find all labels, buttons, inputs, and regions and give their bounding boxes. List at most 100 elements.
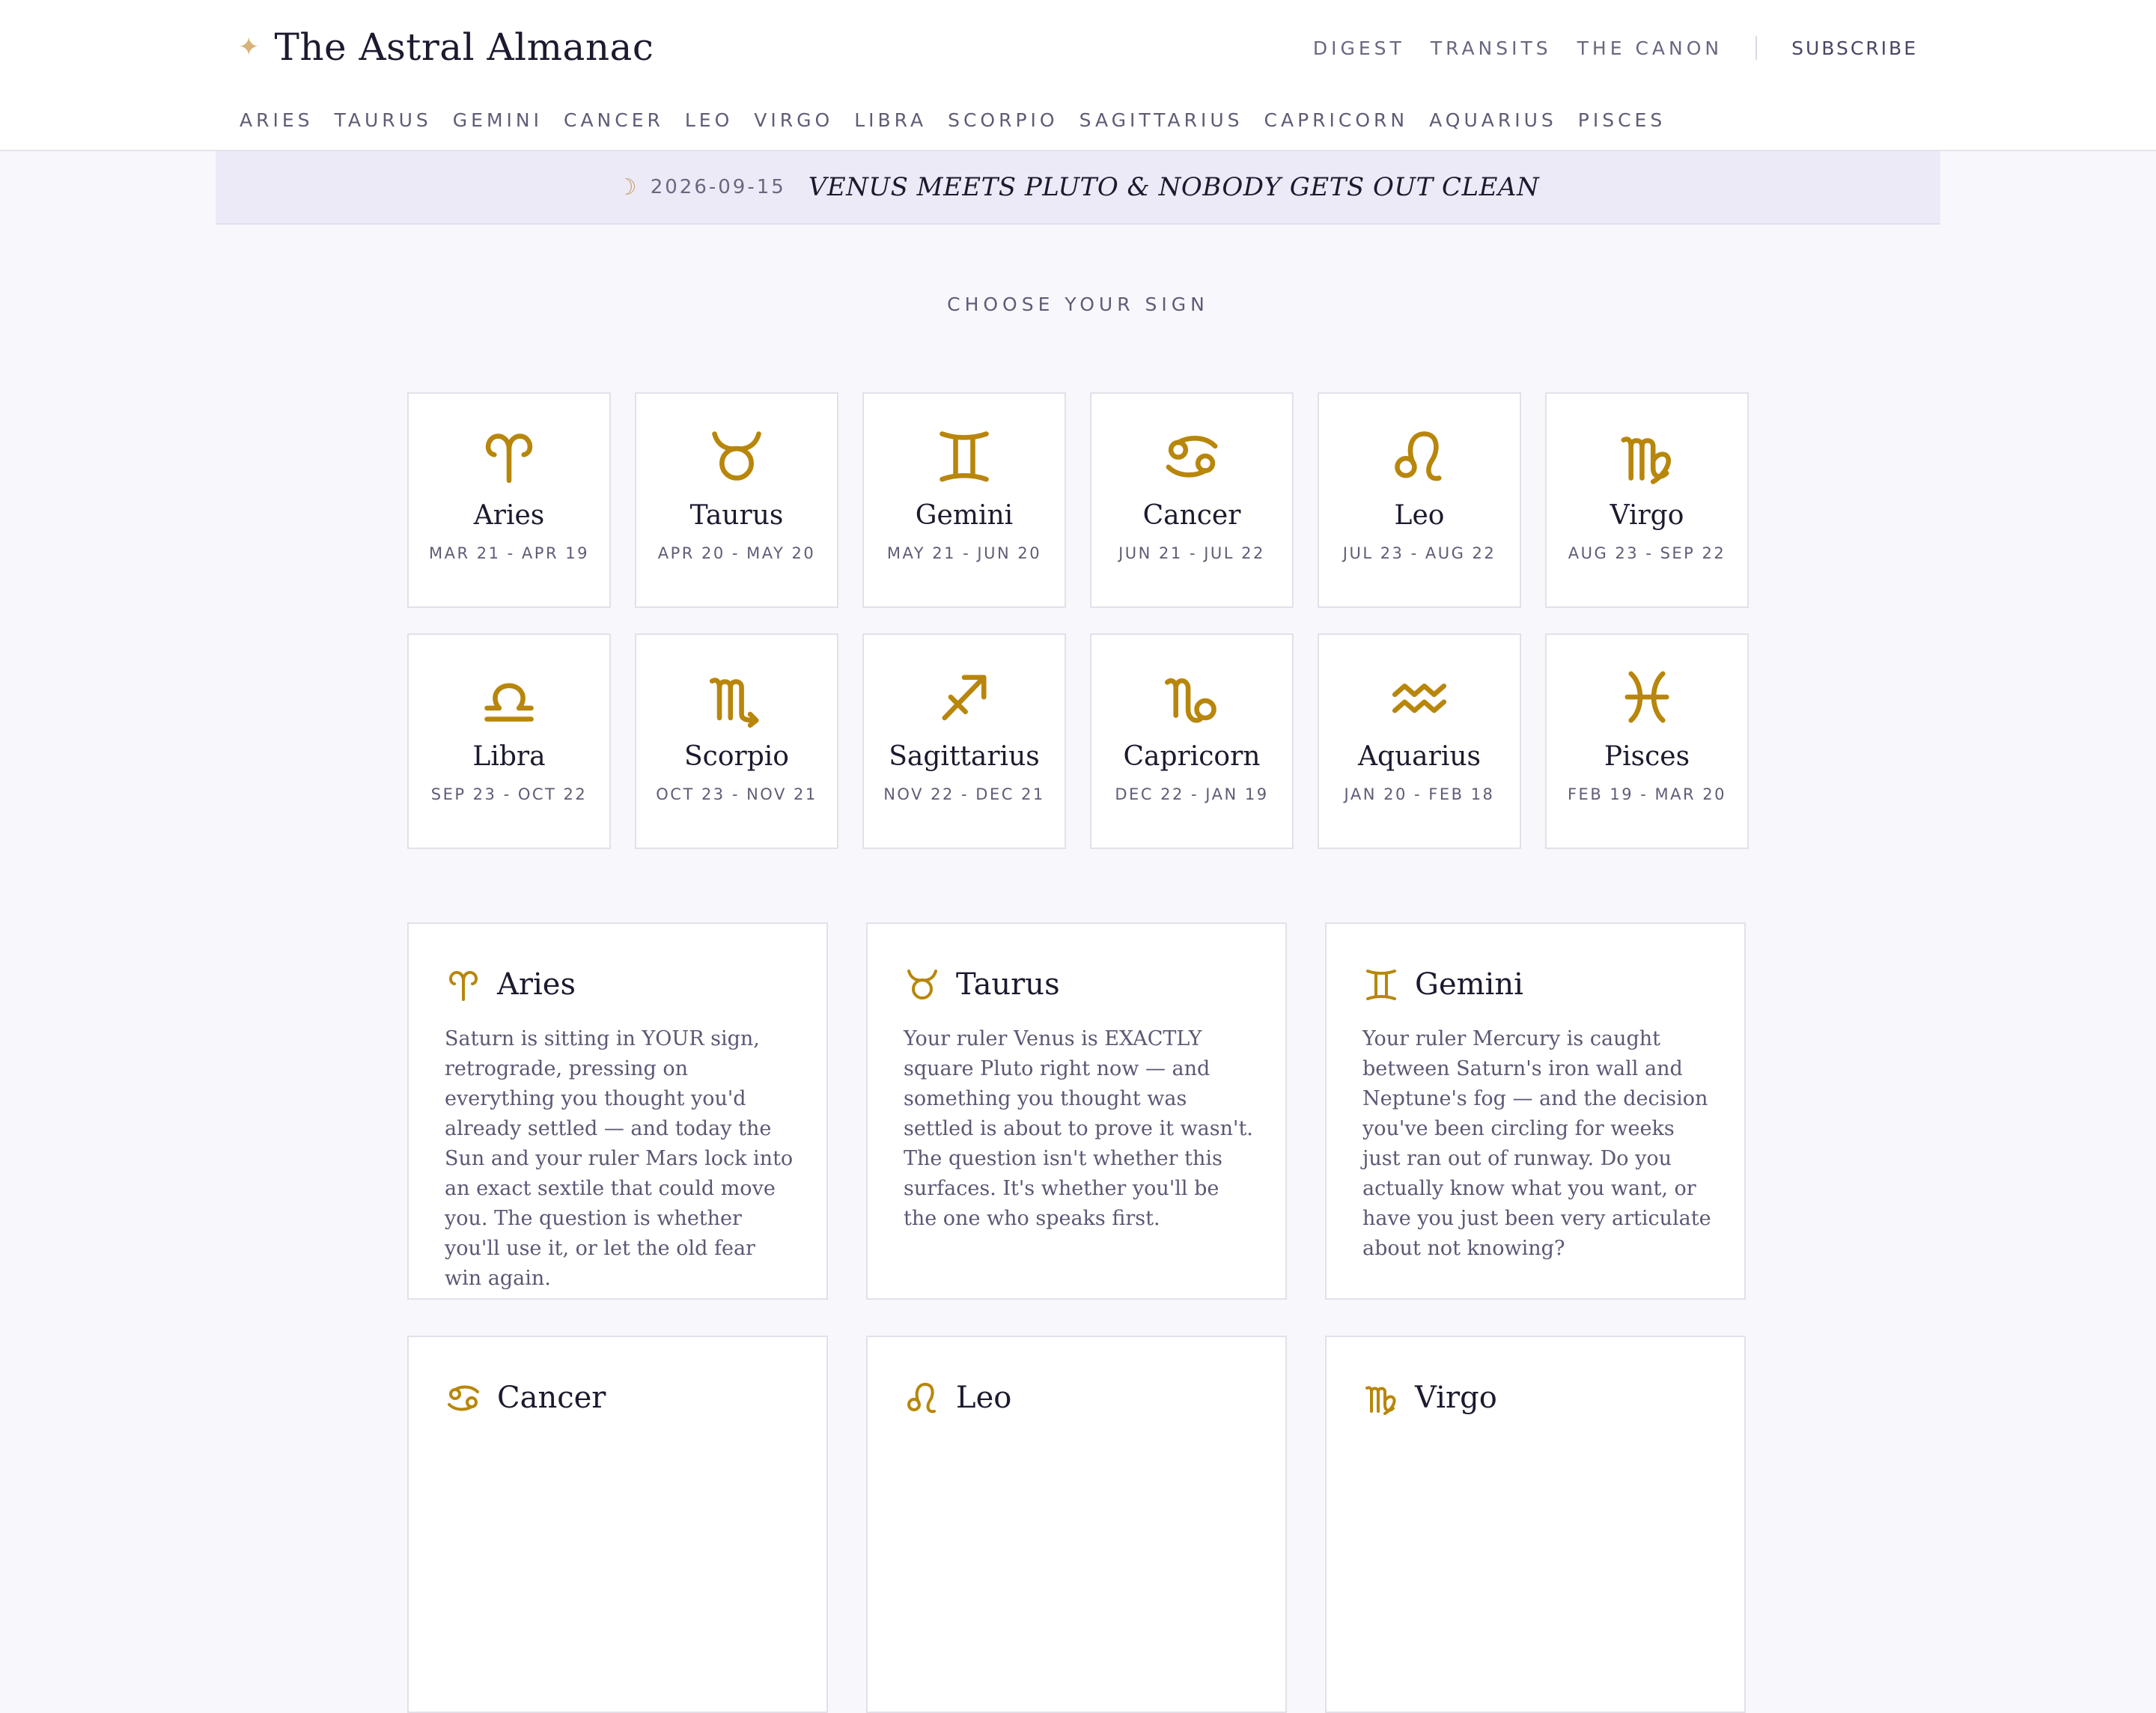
banner-date: 2026-09-15 (650, 176, 786, 198)
aquarius-icon (1389, 666, 1450, 728)
reading-card-gemini[interactable]: Gemini Your ruler Mercury is caught betw… (1325, 922, 1746, 1300)
reading-card-leo[interactable]: Leo (866, 1336, 1287, 1713)
sign-card-virgo[interactable]: Virgo AUG 23 - SEP 22 (1545, 392, 1749, 608)
reading-header: Virgo (1362, 1379, 1497, 1417)
sign-dates: NOV 22 - DEC 21 (883, 785, 1045, 803)
reading-title[interactable]: Aries (497, 967, 576, 1002)
reading-header: Taurus (904, 966, 1060, 1003)
reading-card-cancer[interactable]: Cancer (407, 1336, 828, 1713)
nav-the-canon[interactable]: THE CANON (1577, 37, 1723, 59)
signnav-capricorn[interactable]: CAPRICORN (1264, 109, 1409, 131)
aries-icon (478, 425, 540, 487)
sign-dates: JUN 21 - JUL 22 (1118, 544, 1265, 562)
sign-name: Leo (1394, 500, 1445, 531)
reading-card-virgo[interactable]: Virgo (1325, 1336, 1746, 1713)
sign-name: Pisces (1604, 741, 1690, 772)
sign-name: Sagittarius (889, 741, 1040, 772)
signnav-aries[interactable]: ARIES (240, 109, 314, 131)
reading-card-taurus[interactable]: Taurus Your ruler Venus is EXACTLY squar… (866, 922, 1287, 1300)
reading-text: Your ruler Mercury is caught between Sat… (1362, 1027, 1711, 1260)
sign-name: Capricorn (1123, 741, 1261, 772)
top-nav: DIGEST TRANSITS THE CANON SUBSCRIBE (1288, 33, 1918, 63)
star-icon: ✦ (238, 32, 260, 62)
signnav-pisces[interactable]: PISCES (1578, 109, 1666, 131)
sign-name: Aquarius (1357, 741, 1482, 772)
sign-name: Libra (472, 741, 546, 772)
sign-dates: JUL 23 - AUG 22 (1342, 544, 1496, 562)
moon-icon: ☽ (616, 174, 637, 201)
sign-name: Virgo (1610, 500, 1684, 531)
gemini-icon (1362, 966, 1400, 1003)
signnav-gemini[interactable]: GEMINI (453, 109, 543, 131)
banner-headline[interactable]: VENUS MEETS PLUTO & NOBODY GETS OUT CLEA… (808, 172, 1539, 202)
reading-text: Saturn is sitting in YOUR sign, retrogra… (445, 1027, 794, 1290)
gemini-icon (934, 425, 995, 487)
reading-title[interactable]: Leo (956, 1381, 1011, 1415)
sign-dates: FEB 19 - MAR 20 (1567, 785, 1727, 803)
sign-card-sagittarius[interactable]: Sagittarius NOV 22 - DEC 21 (862, 633, 1066, 849)
taurus-icon (706, 425, 767, 487)
sign-card-leo[interactable]: Leo JUL 23 - AUG 22 (1318, 392, 1521, 608)
reading-title[interactable]: Taurus (956, 967, 1060, 1002)
sign-card-pisces[interactable]: Pisces FEB 19 - MAR 20 (1545, 633, 1749, 849)
sign-dates: SEP 23 - OCT 22 (430, 785, 588, 803)
choose-sign-label: CHOOSE YOUR SIGN (947, 293, 1209, 315)
sign-card-capricorn[interactable]: Capricorn DEC 22 - JAN 19 (1090, 633, 1294, 849)
sign-dates: OCT 23 - NOV 21 (656, 785, 817, 803)
nav-digest[interactable]: DIGEST (1313, 37, 1405, 59)
taurus-icon (904, 966, 941, 1003)
sign-name: Aries (473, 500, 545, 531)
signnav-libra[interactable]: LIBRA (854, 109, 927, 131)
signnav-leo[interactable]: LEO (685, 109, 733, 131)
site-header: ✦ The Astral Almanac DIGEST TRANSITS THE… (0, 0, 2156, 151)
reading-title[interactable]: Virgo (1415, 1381, 1497, 1415)
signnav-taurus[interactable]: TAURUS (335, 109, 432, 131)
reading-title[interactable]: Cancer (497, 1381, 606, 1415)
sign-dates: APR 20 - MAY 20 (657, 544, 816, 562)
signnav-virgo[interactable]: VIRGO (754, 109, 833, 131)
cancer-icon (1161, 425, 1222, 487)
sign-card-aquarius[interactable]: Aquarius JAN 20 - FEB 18 (1318, 633, 1521, 849)
brand-title[interactable]: The Astral Almanac (275, 25, 654, 69)
sign-card-libra[interactable]: Libra SEP 23 - OCT 22 (407, 633, 611, 849)
reading-header: Leo (904, 1379, 1011, 1417)
sign-nav: ARIES TAURUS GEMINI CANCER LEO VIRGO LIB… (240, 105, 1687, 135)
reading-header: Aries (445, 966, 576, 1003)
aries-icon (445, 966, 482, 1003)
reading-card-aries[interactable]: Aries Saturn is sitting in YOUR sign, re… (407, 922, 828, 1300)
signnav-sagittarius[interactable]: SAGITTARIUS (1079, 109, 1243, 131)
reading-header: Cancer (445, 1379, 606, 1417)
sign-dates: JAN 20 - FEB 18 (1344, 785, 1495, 803)
sign-card-gemini[interactable]: Gemini MAY 21 - JUN 20 (862, 392, 1066, 608)
sign-card-aries[interactable]: Aries MAR 21 - APR 19 (407, 392, 611, 608)
pisces-icon (1616, 666, 1678, 728)
sign-card-cancer[interactable]: Cancer JUN 21 - JUL 22 (1090, 392, 1294, 608)
subscribe-link[interactable]: SUBSCRIBE (1791, 37, 1918, 59)
sign-name: Taurus (689, 500, 784, 531)
reading-text: Your ruler Venus is EXACTLY square Pluto… (904, 1027, 1253, 1230)
sign-dates: AUG 23 - SEP 22 (1568, 544, 1726, 562)
scorpio-icon (706, 666, 767, 728)
sign-card-taurus[interactable]: Taurus APR 20 - MAY 20 (635, 392, 838, 608)
reading-title[interactable]: Gemini (1415, 967, 1523, 1002)
signnav-cancer[interactable]: CANCER (564, 109, 664, 131)
sign-dates: DEC 22 - JAN 19 (1115, 785, 1269, 803)
reading-header: Gemini (1362, 966, 1523, 1003)
sign-card-scorpio[interactable]: Scorpio OCT 23 - NOV 21 (635, 633, 838, 849)
leo-icon (1389, 425, 1450, 487)
cancer-icon (445, 1379, 482, 1417)
transit-banner[interactable]: ☽ 2026-09-15 VENUS MEETS PLUTO & NOBODY … (216, 151, 1940, 225)
sign-dates: MAY 21 - JUN 20 (886, 544, 1042, 562)
sign-grid: Aries MAR 21 - APR 19 Taurus APR 20 - MA… (407, 392, 1749, 849)
brand[interactable]: ✦ The Astral Almanac (238, 21, 654, 73)
nav-divider (1755, 36, 1758, 60)
virgo-icon (1362, 1379, 1400, 1417)
sign-name: Scorpio (684, 741, 789, 772)
capricorn-icon (1161, 666, 1222, 728)
sagittarius-icon (934, 666, 995, 728)
libra-icon (478, 666, 540, 728)
nav-transits[interactable]: TRANSITS (1431, 37, 1552, 59)
signnav-scorpio[interactable]: SCORPIO (948, 109, 1059, 131)
signnav-aquarius[interactable]: AQUARIUS (1429, 109, 1557, 131)
virgo-icon (1616, 425, 1678, 487)
